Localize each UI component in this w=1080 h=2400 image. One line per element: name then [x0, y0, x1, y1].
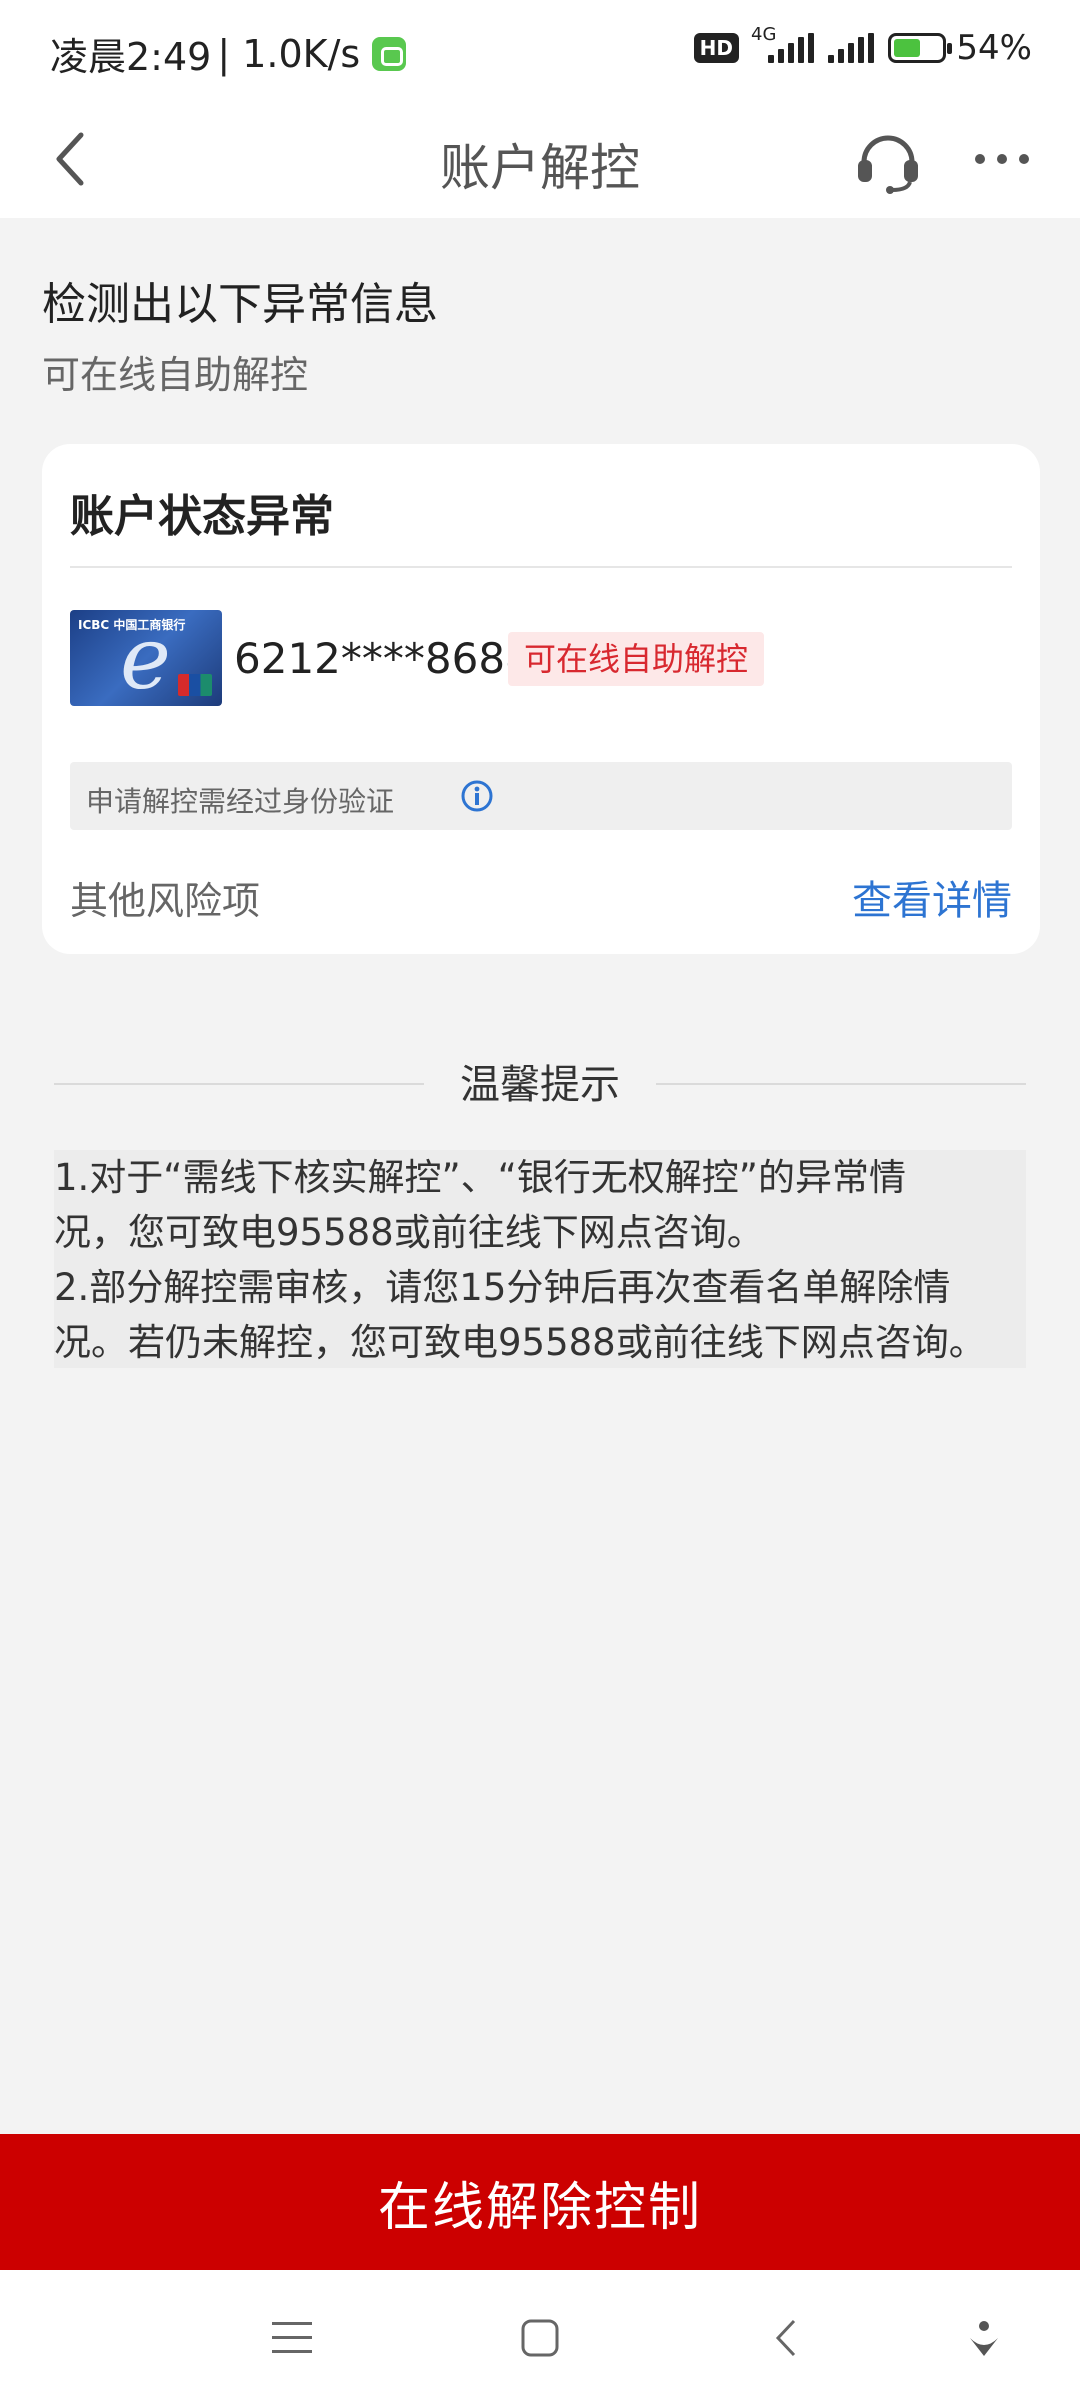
bank-card-image: ICBC 中国工商银行 e	[70, 610, 222, 706]
tips-title: 温馨提示	[460, 1062, 620, 1108]
card-number: 6212****8688	[234, 634, 532, 683]
unionpay-icon	[178, 674, 212, 696]
tip-line: 1.对于“需线下核实解控”、“银行无权解控”的异常情	[54, 1156, 906, 1199]
home-button[interactable]	[510, 2308, 570, 2368]
other-risk-label: 其他风险项	[70, 879, 261, 923]
signal-2-icon	[828, 33, 875, 63]
system-back-button[interactable]	[756, 2308, 816, 2368]
verify-notice: 申请解控需经过身份验证	[70, 762, 1012, 830]
view-details-link[interactable]: 查看详情	[852, 868, 1012, 926]
hd-icon: HD	[693, 33, 740, 63]
system-back-icon	[775, 2319, 796, 2357]
nav-bar: 账户解控	[0, 100, 1080, 218]
tip-line: 况，您可致电95588或前往线下网点咨询。	[54, 1211, 764, 1254]
network-type: 4G	[751, 23, 777, 45]
online-unlock-button[interactable]: 在线解除控制	[0, 2134, 1080, 2270]
menu-icon	[272, 2322, 312, 2353]
detect-subtitle: 可在线自助解控	[42, 353, 309, 397]
home-icon	[521, 2319, 559, 2357]
status-time: 凌晨2:49	[50, 35, 212, 79]
status-left: 凌晨2:49 | 1.0K/s	[50, 26, 407, 81]
account-status-card: 账户状态异常 ICBC 中国工商银行 e 6212****8688 可在线自助解…	[42, 444, 1040, 954]
customer-service-button[interactable]	[846, 118, 930, 202]
accessibility-icon	[970, 2321, 998, 2356]
status-bar: 凌晨2:49 | 1.0K/s HD 4G 54%	[0, 0, 1080, 100]
detect-title: 检测出以下异常信息	[42, 279, 438, 330]
menu-button[interactable]	[262, 2308, 322, 2368]
card-divider	[70, 566, 1012, 568]
status-right: HD 4G 54%	[693, 24, 1032, 68]
accessibility-button[interactable]	[954, 2308, 1014, 2368]
app-notification-icon	[372, 36, 407, 71]
status-speed: | 1.0K/s	[217, 31, 361, 76]
more-icon	[975, 154, 1029, 164]
system-nav-bar	[0, 2270, 1080, 2400]
tip-line: 况。若仍未解控，您可致电95588或前往线下网点咨询。	[54, 1321, 986, 1364]
verify-notice-text: 申请解控需经过身份验证	[86, 785, 395, 818]
tips-divider-right	[656, 1083, 1026, 1085]
status-badge: 可在线自助解控	[508, 632, 765, 686]
battery-level: 54%	[956, 28, 1032, 68]
headset-icon	[858, 135, 918, 194]
tip-line: 2.部分解控需审核，请您15分钟后再次查看名单解除情	[54, 1266, 951, 1309]
battery-icon	[888, 33, 953, 63]
tips-content: 1.对于“需线下核实解控”、“银行无权解控”的异常情 况，您可致电95588或前…	[54, 1150, 1026, 1368]
card-title: 账户状态异常	[70, 491, 334, 542]
card-e-logo: e	[120, 610, 171, 706]
info-icon[interactable]	[460, 779, 494, 813]
more-button[interactable]	[960, 124, 1044, 194]
